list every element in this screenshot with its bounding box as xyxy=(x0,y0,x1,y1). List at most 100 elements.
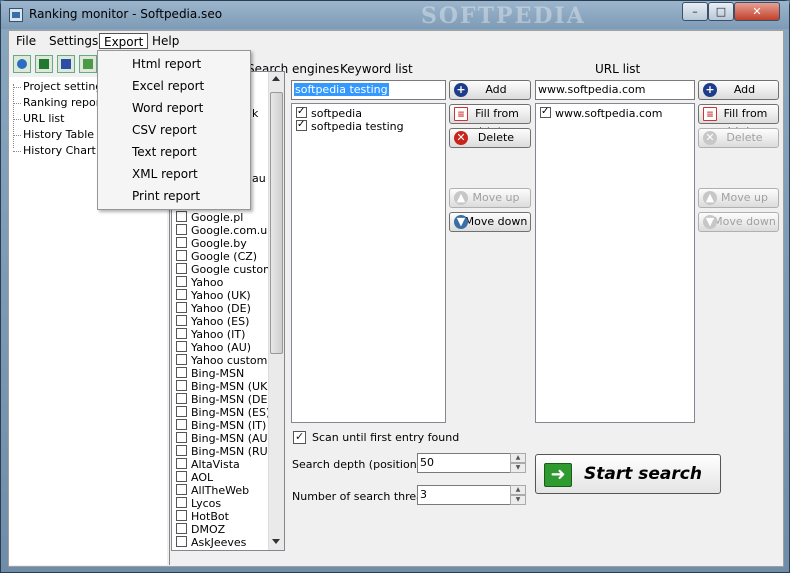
checkbox[interactable] xyxy=(176,367,187,378)
scroll-up-icon[interactable] xyxy=(272,76,280,81)
checkbox[interactable] xyxy=(176,419,187,430)
search-threads-input[interactable]: 3 xyxy=(417,485,511,505)
export-menu-item[interactable]: CSV report xyxy=(132,121,197,139)
search-engine-item[interactable]: Bing-MSN (AU) xyxy=(176,432,272,445)
export-icon[interactable] xyxy=(79,55,97,73)
checkbox[interactable] xyxy=(176,341,187,352)
keyword-fill-button[interactable]: ≡Fill from *.txt xyxy=(449,104,531,138)
menu-settings[interactable]: Settings xyxy=(45,33,102,49)
checkbox[interactable] xyxy=(176,263,187,274)
search-threads-spinner[interactable]: ▲ ▼ xyxy=(510,485,526,505)
checkbox[interactable] xyxy=(176,458,187,469)
checkbox[interactable] xyxy=(176,250,187,261)
search-engine-item[interactable]: Bing-MSN (DE) xyxy=(176,393,272,406)
export-menu-item[interactable]: Html report xyxy=(132,55,201,73)
checkbox[interactable] xyxy=(176,237,187,248)
keyword-add-button[interactable]: + Add xyxy=(449,80,531,100)
search-engine-item[interactable]: Yahoo (IT) xyxy=(176,328,245,341)
url-listbox[interactable]: www.softpedia.com xyxy=(535,103,695,423)
url-item[interactable]: www.softpedia.com xyxy=(540,105,662,120)
checkbox[interactable] xyxy=(176,328,187,339)
maximize-button[interactable]: □ xyxy=(708,2,734,21)
search-engine-item[interactable]: AltaVista xyxy=(176,458,240,471)
checkbox[interactable] xyxy=(176,497,187,508)
search-engine-item[interactable]: Yahoo (UK) xyxy=(176,289,251,302)
search-engine-item[interactable]: Bing-MSN (UK) xyxy=(176,380,272,393)
checkbox[interactable] xyxy=(176,315,187,326)
search-engine-item[interactable]: Bing-MSN xyxy=(176,367,244,380)
checkbox[interactable] xyxy=(176,302,187,313)
spin-up-icon[interactable]: ▲ xyxy=(510,485,526,495)
checkbox[interactable] xyxy=(176,406,187,417)
keyword-listbox[interactable]: softpedia softpedia testing xyxy=(291,103,446,423)
keyword-item[interactable]: softpedia xyxy=(296,105,362,120)
keyword-input[interactable]: softpedia testing xyxy=(291,80,446,100)
checkbox[interactable] xyxy=(176,445,187,456)
url-move-down-button[interactable]: ▼ Move down xyxy=(698,212,779,232)
export-menu-item[interactable]: Excel report xyxy=(132,77,204,95)
checkbox[interactable] xyxy=(176,276,187,287)
search-engine-item[interactable]: Google.com.ua xyxy=(176,224,274,237)
search-depth-input[interactable]: 50 xyxy=(417,453,511,473)
scrollbar[interactable] xyxy=(268,72,284,550)
search-engine-item[interactable]: Yahoo (AU) xyxy=(176,341,251,354)
checkbox[interactable] xyxy=(176,380,187,391)
export-menu-item[interactable]: Word report xyxy=(132,99,203,117)
checkbox[interactable] xyxy=(176,523,187,534)
search-engine-item[interactable]: Yahoo custom xyxy=(176,354,267,367)
search-engine-item[interactable]: Google (CZ) xyxy=(176,250,257,263)
search-engine-item[interactable]: Bing-MSN (ES) xyxy=(176,406,270,419)
checkbox[interactable] xyxy=(296,118,307,131)
checkbox[interactable] xyxy=(176,471,187,482)
close-button[interactable]: ✕ xyxy=(734,2,780,21)
keyword-item[interactable]: softpedia testing xyxy=(296,118,404,133)
tree-item-ranking-report[interactable]: Ranking report xyxy=(13,96,105,110)
excel-report-icon[interactable] xyxy=(35,55,53,73)
checkbox[interactable] xyxy=(176,432,187,443)
checkbox[interactable] xyxy=(176,484,187,495)
search-engine-item[interactable]: Yahoo (DE) xyxy=(176,302,251,315)
search-depth-spinner[interactable]: ▲ ▼ xyxy=(510,453,526,473)
keyword-move-up-button[interactable]: ▲ Move up xyxy=(449,188,531,208)
checkbox[interactable] xyxy=(296,105,307,118)
checkbox[interactable] xyxy=(176,289,187,300)
search-engine-item[interactable]: Google custom xyxy=(176,263,274,276)
url-add-button[interactable]: + Add xyxy=(698,80,779,100)
scan-first-checkbox[interactable] xyxy=(293,430,306,444)
tree-item-project-settings[interactable]: Project settings xyxy=(13,80,108,94)
scrollbar-thumb[interactable] xyxy=(270,92,283,354)
keyword-move-down-button[interactable]: ▼ Move down xyxy=(449,212,531,232)
search-engine-item[interactable]: AskJeeves xyxy=(176,536,246,549)
checkbox[interactable] xyxy=(176,224,187,235)
url-delete-button[interactable]: ✕ Delete xyxy=(698,128,779,148)
start-search-button[interactable]: ➜ Start search xyxy=(535,454,721,494)
menu-export[interactable]: Export xyxy=(99,33,149,49)
search-engine-item[interactable]: Bing-MSN (RU) xyxy=(176,445,272,458)
url-input[interactable]: www.softpedia.com xyxy=(535,80,695,100)
search-engine-item[interactable]: Yahoo (ES) xyxy=(176,315,249,328)
search-engine-item[interactable]: Google.pl xyxy=(176,211,243,224)
search-engine-item[interactable]: Bing-MSN (IT) xyxy=(176,419,266,432)
word-report-icon[interactable] xyxy=(57,55,75,73)
search-engine-item[interactable]: DMOZ xyxy=(176,523,225,536)
checkbox[interactable] xyxy=(176,536,187,547)
tree-item-url-list[interactable]: URL list xyxy=(12,112,64,126)
checkbox[interactable] xyxy=(176,211,187,222)
url-fill-button[interactable]: ≡Fill from *.txt xyxy=(698,104,779,138)
minimize-button[interactable]: – xyxy=(682,2,708,21)
search-engine-item[interactable]: Yahoo xyxy=(176,276,223,289)
search-engine-item[interactable]: HotBot xyxy=(176,510,229,523)
checkbox[interactable] xyxy=(540,105,551,118)
search-engine-item[interactable]: Google.by xyxy=(176,237,247,250)
scroll-down-icon[interactable] xyxy=(272,539,280,544)
spin-down-icon[interactable]: ▼ xyxy=(510,495,526,505)
tree-item-history-table[interactable]: History Table xyxy=(12,128,94,142)
checkbox[interactable] xyxy=(176,393,187,404)
search-engine-item[interactable]: AOL xyxy=(176,471,213,484)
keyword-delete-button[interactable]: ✕ Delete xyxy=(449,128,531,148)
tree-item-history-chart[interactable]: History Chart xyxy=(13,144,96,158)
html-report-icon[interactable] xyxy=(13,55,31,73)
menu-file[interactable]: File xyxy=(12,33,40,49)
export-menu-item[interactable]: Text report xyxy=(132,143,197,161)
spin-down-icon[interactable]: ▼ xyxy=(510,463,526,473)
